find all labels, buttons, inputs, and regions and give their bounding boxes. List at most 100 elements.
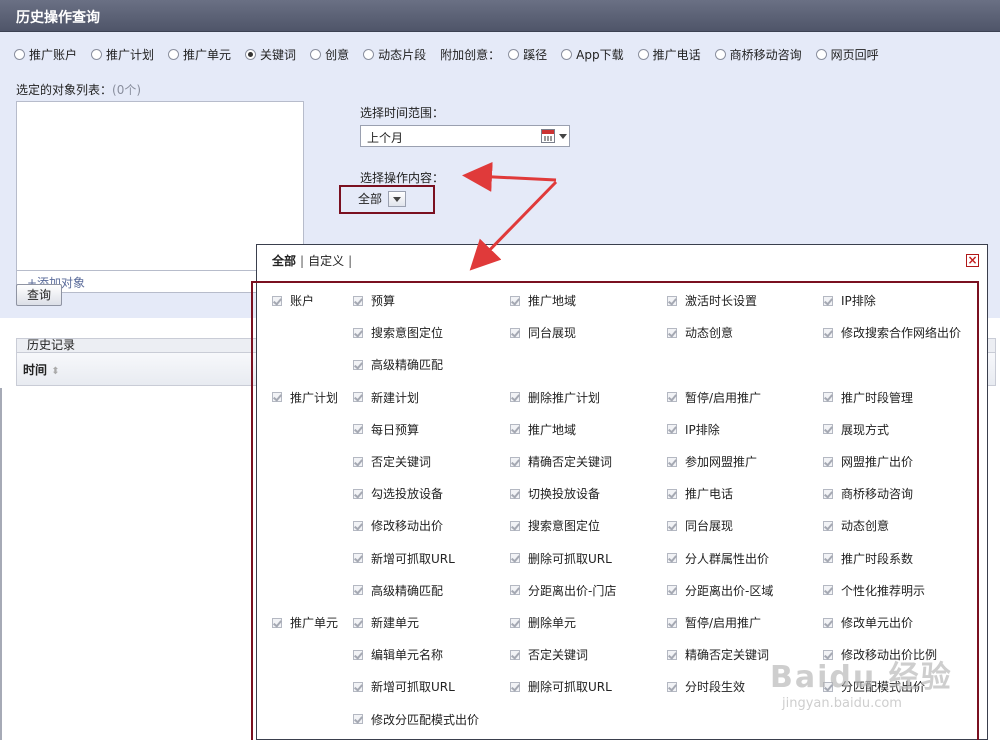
radio-circle[interactable] xyxy=(508,49,520,60)
checkbox[interactable] xyxy=(823,649,833,660)
checkbox[interactable] xyxy=(510,392,520,403)
checkbox[interactable] xyxy=(353,359,363,370)
checkbox[interactable] xyxy=(510,553,520,564)
checkbox[interactable] xyxy=(823,295,833,306)
tab-custom[interactable]: 自定义 xyxy=(308,252,344,269)
operation-checkbox[interactable]: 切换投放设备 xyxy=(510,485,600,502)
checkbox[interactable] xyxy=(823,681,833,692)
operation-checkbox[interactable]: 搜索意图定位 xyxy=(510,517,600,534)
tab-all[interactable]: 全部 xyxy=(272,252,296,269)
query-button[interactable]: 查询 xyxy=(16,284,62,306)
operation-checkbox[interactable]: 修改搜索合作网络出价 xyxy=(823,324,961,341)
operation-checkbox[interactable]: 新增可抓取URL xyxy=(353,678,455,695)
group-checkbox[interactable]: 推广单元 xyxy=(272,614,338,631)
checkbox[interactable] xyxy=(667,617,677,628)
close-icon[interactable]: × xyxy=(966,254,979,267)
radio-circle[interactable] xyxy=(363,49,375,60)
operation-checkbox[interactable]: 网盟推广出价 xyxy=(823,453,913,470)
operation-checkbox[interactable]: 删除单元 xyxy=(510,614,576,631)
checkbox[interactable] xyxy=(353,488,363,499)
radio-option[interactable]: 推广账户 xyxy=(14,46,77,63)
radio-option[interactable]: 动态片段 xyxy=(363,46,426,63)
operation-checkbox[interactable]: 暂停/启用推广 xyxy=(667,389,761,406)
group-checkbox[interactable]: 账户 xyxy=(272,292,314,309)
time-range-select[interactable]: 上个月 xyxy=(360,125,570,147)
checkbox[interactable] xyxy=(353,424,363,435)
checkbox[interactable] xyxy=(667,424,677,435)
operation-checkbox[interactable]: 删除推广计划 xyxy=(510,389,600,406)
radio-option[interactable]: 推广计划 xyxy=(91,46,154,63)
operation-checkbox[interactable]: 预算 xyxy=(353,292,395,309)
checkbox[interactable] xyxy=(823,456,833,467)
operation-checkbox[interactable]: 分距离出价-门店 xyxy=(510,582,616,599)
radio-circle[interactable] xyxy=(245,49,257,60)
operation-checkbox[interactable]: 暂停/启用推广 xyxy=(667,614,761,631)
checkbox[interactable] xyxy=(667,520,677,531)
operation-checkbox[interactable]: 否定关键词 xyxy=(510,646,588,663)
checkbox[interactable] xyxy=(353,520,363,531)
operation-checkbox[interactable]: 推广地域 xyxy=(510,292,576,309)
checkbox[interactable] xyxy=(823,488,833,499)
checkbox[interactable] xyxy=(510,649,520,660)
checkbox[interactable] xyxy=(510,520,520,531)
operation-checkbox[interactable]: 精确否定关键词 xyxy=(667,646,769,663)
checkbox[interactable] xyxy=(510,456,520,467)
operation-checkbox[interactable]: 勾选投放设备 xyxy=(353,485,443,502)
radio-option[interactable]: 创意 xyxy=(310,46,349,63)
checkbox[interactable] xyxy=(353,714,363,725)
radio-circle[interactable] xyxy=(14,49,25,60)
operation-checkbox[interactable]: 高级精确匹配 xyxy=(353,356,443,373)
operation-checkbox[interactable]: 新建计划 xyxy=(353,389,419,406)
checkbox[interactable] xyxy=(667,295,677,306)
operation-checkbox[interactable]: 展现方式 xyxy=(823,421,889,438)
checkbox[interactable] xyxy=(667,585,677,596)
operation-checkbox[interactable]: IP排除 xyxy=(823,292,876,309)
checkbox[interactable] xyxy=(667,553,677,564)
chevron-down-icon[interactable] xyxy=(559,134,567,139)
operation-checkbox[interactable]: 修改分匹配模式出价 xyxy=(353,711,479,728)
radio-option[interactable]: 推广单元 xyxy=(168,46,231,63)
radio-option[interactable]: 网页回呼 xyxy=(815,46,879,63)
operation-checkbox[interactable]: 搜索意图定位 xyxy=(353,324,443,341)
radio-circle[interactable] xyxy=(91,49,103,60)
checkbox[interactable] xyxy=(353,327,363,338)
radio-circle[interactable] xyxy=(815,49,827,60)
operation-checkbox[interactable]: 推广电话 xyxy=(667,485,733,502)
checkbox[interactable] xyxy=(272,617,282,628)
operation-checkbox[interactable]: 删除可抓取URL xyxy=(510,678,612,695)
checkbox[interactable] xyxy=(823,617,833,628)
radio-circle[interactable] xyxy=(637,49,649,60)
radio-option[interactable]: 关键词 xyxy=(245,46,296,63)
checkbox[interactable] xyxy=(510,681,520,692)
operation-checkbox[interactable]: 激活时长设置 xyxy=(667,292,757,309)
checkbox[interactable] xyxy=(823,392,833,403)
group-checkbox[interactable]: 推广计划 xyxy=(272,389,338,406)
operation-checkbox[interactable]: 推广地域 xyxy=(510,421,576,438)
checkbox[interactable] xyxy=(823,585,833,596)
operation-checkbox[interactable]: 个性化推荐明示 xyxy=(823,582,925,599)
operation-checkbox[interactable]: IP排除 xyxy=(667,421,720,438)
operation-checkbox[interactable]: 同台展现 xyxy=(667,517,733,534)
checkbox[interactable] xyxy=(510,295,520,306)
operation-checkbox[interactable]: 新增可抓取URL xyxy=(353,550,455,567)
operation-checkbox[interactable]: 动态创意 xyxy=(667,324,733,341)
checkbox[interactable] xyxy=(823,553,833,564)
checkbox[interactable] xyxy=(667,456,677,467)
checkbox[interactable] xyxy=(667,392,677,403)
checkbox[interactable] xyxy=(667,327,677,338)
checkbox[interactable] xyxy=(353,456,363,467)
checkbox[interactable] xyxy=(667,681,677,692)
calendar-icon[interactable] xyxy=(541,129,555,143)
operation-checkbox[interactable]: 同台展现 xyxy=(510,324,576,341)
radio-circle[interactable] xyxy=(310,49,322,60)
radio-circle[interactable] xyxy=(714,49,726,60)
checkbox[interactable] xyxy=(510,327,520,338)
checkbox[interactable] xyxy=(353,617,363,628)
checkbox[interactable] xyxy=(353,553,363,564)
radio-option[interactable]: 推广电话 xyxy=(637,46,701,63)
checkbox[interactable] xyxy=(510,585,520,596)
radio-option[interactable]: 蹊径 xyxy=(508,46,547,63)
radio-circle[interactable] xyxy=(561,49,573,60)
operation-checkbox[interactable]: 动态创意 xyxy=(823,517,889,534)
operation-checkbox[interactable]: 删除可抓取URL xyxy=(510,550,612,567)
